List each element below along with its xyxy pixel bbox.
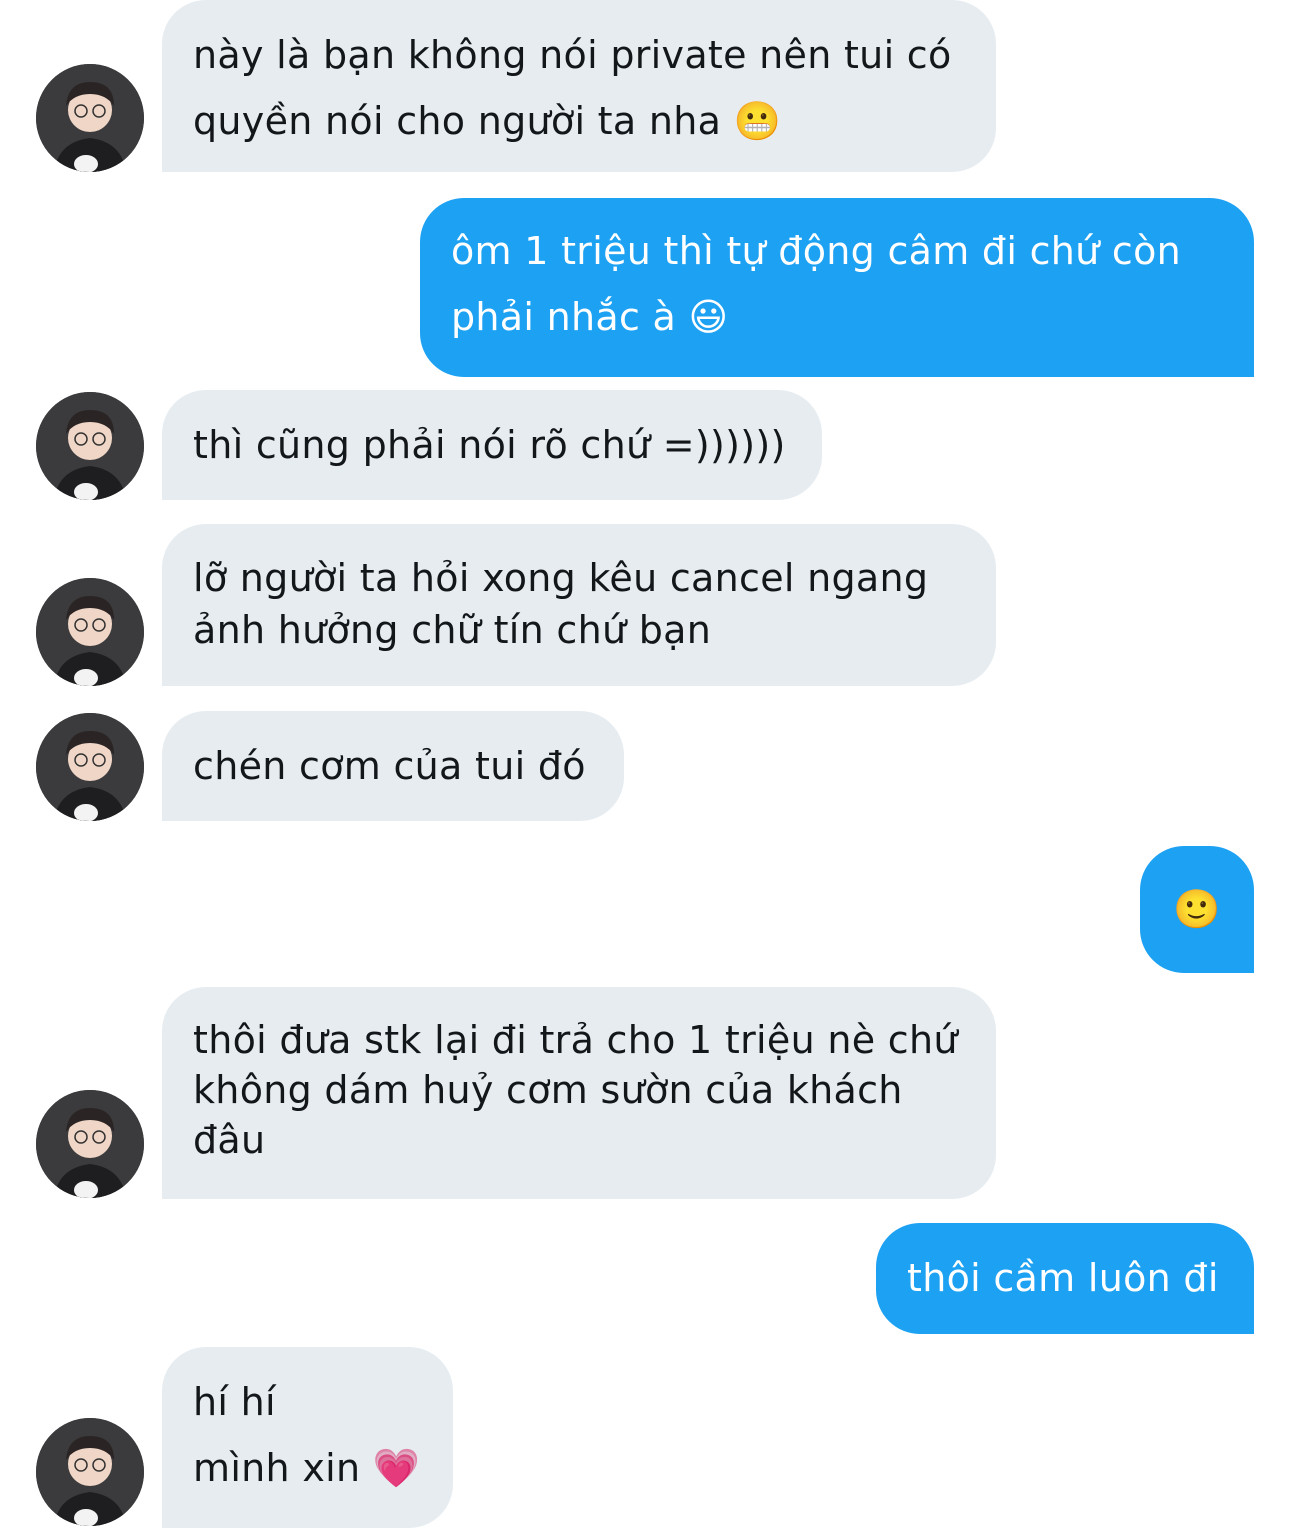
incoming-message[interactable]: này là bạn không nói private nên tui có …: [162, 0, 996, 172]
message-text: ảnh hưởng chữ tín chứ bạn: [193, 608, 712, 652]
avatar[interactable]: [36, 713, 144, 821]
avatar[interactable]: [36, 1090, 144, 1198]
user-avatar-icon: [36, 1418, 144, 1526]
incoming-message[interactable]: thôi đưa stk lại đi trả cho 1 triệu nè c…: [162, 987, 996, 1199]
message-text: ôm 1 triệu thì tự động câm đi chứ còn: [451, 229, 1182, 273]
user-avatar-icon: [36, 64, 144, 172]
message-text: đâu: [193, 1118, 266, 1162]
message-text: phải nhắc à 😃: [451, 295, 729, 339]
incoming-message[interactable]: hí hí mình xin 💗: [162, 1347, 453, 1528]
outgoing-message[interactable]: 🙂: [1140, 846, 1254, 973]
avatar[interactable]: [36, 64, 144, 172]
message-text: lỡ người ta hỏi xong kêu cancel ngang: [193, 556, 929, 600]
incoming-message[interactable]: chén cơm của tui đó: [162, 711, 624, 821]
user-avatar-icon: [36, 578, 144, 686]
outgoing-message[interactable]: ôm 1 triệu thì tự động câm đi chứ còn ph…: [420, 198, 1254, 377]
message-text: thôi đưa stk lại đi trả cho 1 triệu nè c…: [193, 1018, 958, 1062]
outgoing-message[interactable]: thôi cầm luôn đi: [876, 1223, 1254, 1334]
incoming-message[interactable]: thì cũng phải nói rõ chứ =)))))): [162, 390, 822, 500]
message-text: thôi cầm luôn đi: [907, 1256, 1219, 1300]
message-text: chén cơm của tui đó: [193, 744, 586, 788]
avatar[interactable]: [36, 578, 144, 686]
user-avatar-icon: [36, 392, 144, 500]
user-avatar-icon: [36, 713, 144, 821]
incoming-message[interactable]: lỡ người ta hỏi xong kêu cancel ngang ản…: [162, 524, 996, 686]
message-text: mình xin 💗: [193, 1446, 421, 1490]
message-text: 🙂: [1173, 887, 1221, 931]
message-text: này là bạn không nói private nên tui có: [193, 33, 952, 77]
message-text: hí hí: [193, 1380, 276, 1424]
avatar[interactable]: [36, 1418, 144, 1526]
user-avatar-icon: [36, 1090, 144, 1198]
message-text: không dám huỷ cơm sườn của khách: [193, 1068, 903, 1112]
avatar[interactable]: [36, 392, 144, 500]
message-text: quyền nói cho người ta nha 😬: [193, 99, 782, 143]
message-text: thì cũng phải nói rõ chứ =)))))): [193, 423, 786, 467]
